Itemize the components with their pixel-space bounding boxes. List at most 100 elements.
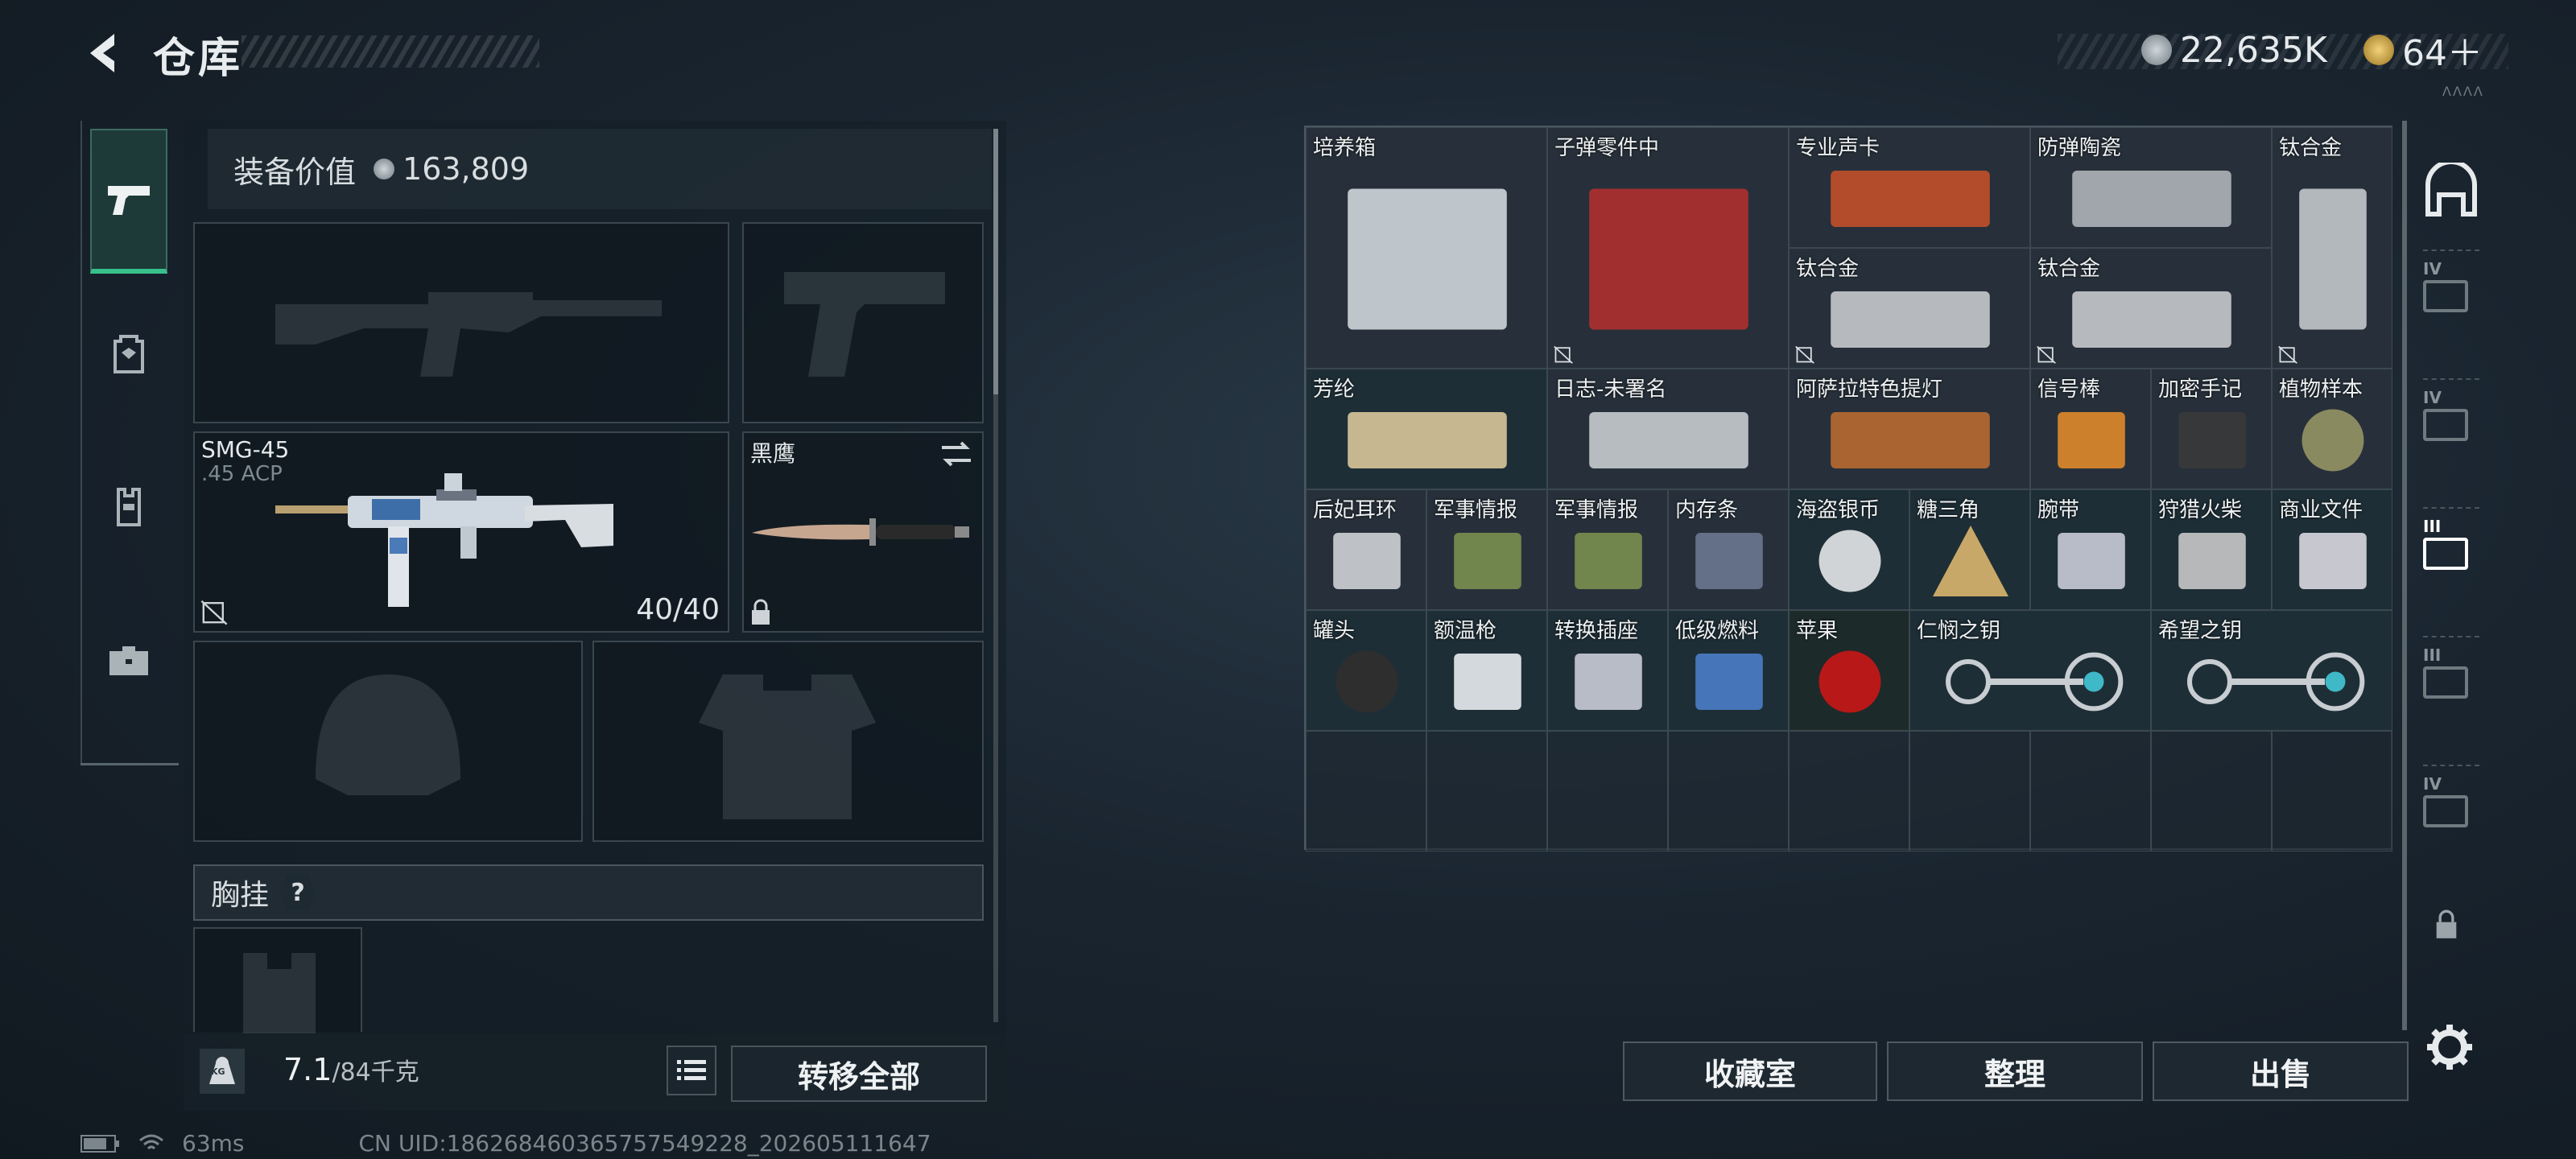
stash-item[interactable]: 腕带 (2030, 489, 2151, 610)
empty-stash-slot[interactable] (1306, 731, 1426, 852)
stash-item[interactable]: 钛合金 (2272, 127, 2392, 369)
stash-item-label: 低级燃料 (1675, 619, 1760, 643)
back-arrow-icon[interactable] (80, 29, 129, 77)
stash-item[interactable]: 仁悯之钥 (1909, 610, 2151, 731)
storage-home-icon[interactable] (2423, 163, 2479, 219)
unsigned-log-image (1589, 412, 1748, 468)
empty-stash-slot[interactable] (1909, 731, 2030, 852)
transfer-all-button[interactable]: 转移全部 (731, 1046, 987, 1102)
melee-slot[interactable]: 黑鹰 (742, 431, 984, 633)
stash-item[interactable]: 海盗银币 (1789, 489, 1909, 610)
stash-item[interactable]: 糖三角 (1909, 489, 2030, 610)
chest-rig-slot[interactable] (193, 927, 362, 1033)
sort-button[interactable]: 整理 (1887, 1041, 2143, 1101)
settings-gear-icon[interactable] (2425, 1022, 2475, 1072)
empty-stash-slot[interactable] (2272, 731, 2392, 852)
collection-room-button[interactable]: 收藏室 (1623, 1041, 1877, 1101)
battery-icon (80, 1134, 119, 1153)
stash-case-icon (2423, 795, 2468, 827)
stash-item[interactable]: 培养箱 (1306, 127, 1547, 369)
category-tabs (80, 121, 179, 765)
swap-icon[interactable] (939, 439, 974, 468)
empty-stash-slot[interactable] (1426, 731, 1547, 852)
stash-item[interactable]: 狩猎火柴 (2151, 489, 2272, 610)
primary-weapon-slot[interactable] (193, 222, 729, 423)
list-view-button[interactable] (667, 1046, 716, 1095)
stash-item[interactable]: 内存条 (1668, 489, 1789, 610)
help-icon[interactable]: ? (280, 875, 316, 910)
tab-rig[interactable] (90, 435, 167, 580)
helmet-slot[interactable] (193, 641, 583, 842)
stash-item[interactable]: 苹果 (1789, 610, 1909, 731)
stash-item-label: 后妃耳环 (1313, 498, 1397, 522)
stash-page-tab[interactable]: IV (2423, 378, 2479, 451)
stash-item[interactable]: 防弹陶瓷 (2030, 127, 2272, 248)
stash-item[interactable]: 植物样本 (2272, 369, 2392, 489)
page-title: 仓库 (153, 35, 244, 83)
sell-button[interactable]: 出售 (2153, 1041, 2409, 1101)
titanium-alloy-image (1831, 291, 1990, 348)
asala-lantern-image (1831, 412, 1990, 468)
stash-item[interactable]: 军事情报 (1426, 489, 1547, 610)
stash-case-icon (2423, 666, 2468, 699)
stash-page-tab[interactable]: IV (2423, 765, 2479, 837)
empty-stash-slot[interactable] (2151, 731, 2272, 852)
stash-item[interactable]: 额温枪 (1426, 610, 1547, 731)
stash-item[interactable]: 钛合金 (1789, 248, 2030, 369)
stash-page-tab[interactable]: III (2423, 636, 2479, 708)
stash-item[interactable]: 转换插座 (1547, 610, 1668, 731)
chest-rig-header: 胸挂 ? (193, 864, 984, 921)
stash-item[interactable]: 加密手记 (2151, 369, 2272, 489)
stash-item[interactable]: 芳纶 (1306, 369, 1547, 489)
stash-item-label: 专业声卡 (1796, 136, 1880, 160)
mercy-key-image (1946, 652, 2124, 711)
black-eagle-knife-image (752, 518, 969, 546)
stash-item[interactable]: 后妃耳环 (1306, 489, 1426, 610)
incubator-image (1348, 188, 1507, 330)
stash-page-tab[interactable]: IV (2423, 250, 2479, 322)
stash-item[interactable]: 信号棒 (2030, 369, 2151, 489)
secondary-weapon-slot[interactable]: SMG-45 .45 ACP 40/40 (193, 431, 729, 633)
sidearm-slot[interactable] (742, 222, 984, 423)
stash-item[interactable]: 希望之钥 (2151, 610, 2392, 731)
tab-weapon[interactable] (90, 129, 167, 274)
stash-item[interactable]: 商业文件 (2272, 489, 2392, 610)
sugar-triangle-image (1933, 526, 2008, 596)
stash-item[interactable]: 钛合金 (2030, 248, 2272, 369)
military-intel-image (1454, 533, 1521, 589)
stash-page-tab[interactable]: III (2423, 507, 2479, 580)
stash-item[interactable]: 罐头 (1306, 610, 1426, 731)
stash-item-label: 阿萨拉特色提灯 (1796, 377, 1943, 402)
stash-item[interactable]: 专业声卡 (1789, 127, 2030, 248)
stash-item[interactable]: 日志-未署名 (1547, 369, 1789, 489)
tab-case[interactable] (90, 588, 167, 732)
stash-item[interactable]: 子弹零件中 (1547, 127, 1789, 369)
scrollbar[interactable] (993, 129, 998, 394)
no-trade-icon (1554, 345, 1573, 364)
empty-stash-slot[interactable] (1668, 731, 1789, 852)
ammo-parts-case-image (1589, 188, 1748, 330)
scrollbar-track[interactable] (993, 394, 998, 1022)
empty-stash-slot[interactable] (1547, 731, 1668, 852)
stash-item-label: 培养箱 (1313, 136, 1377, 160)
empty-stash-slot[interactable] (2030, 731, 2151, 852)
tab-backpack[interactable] (90, 282, 167, 427)
stash-item-label: 防弹陶瓷 (2037, 136, 2122, 160)
armor-slot[interactable] (592, 641, 984, 842)
vest-silhouette-icon (243, 953, 316, 1033)
stash-page-tabs: IV IV III III IV (2402, 121, 2491, 1111)
title-decoration (242, 35, 539, 68)
stash-item-label: 腕带 (2037, 498, 2080, 522)
stash-item[interactable]: 低级燃料 (1668, 610, 1789, 731)
empty-stash-slot[interactable] (1789, 731, 1909, 852)
stash-item[interactable]: 阿萨拉特色提灯 (1789, 369, 2030, 489)
stash-item[interactable]: 军事情报 (1547, 489, 1668, 610)
titanium-alloy-image (2299, 188, 2367, 330)
concubine-earring-image (1333, 533, 1401, 589)
equipment-panel: 装备价值 163,809 SMG-45 .45 ACP 40/40 黑鹰 胸挂 … (184, 121, 1006, 1111)
stash-item-label: 希望之钥 (2158, 619, 2243, 643)
gold-currency[interactable]: 64＋ (2363, 24, 2483, 76)
stash-item-label: 植物样本 (2279, 377, 2363, 402)
stash-item-label: 狩猎火柴 (2158, 498, 2243, 522)
apple-image (1818, 650, 1881, 713)
